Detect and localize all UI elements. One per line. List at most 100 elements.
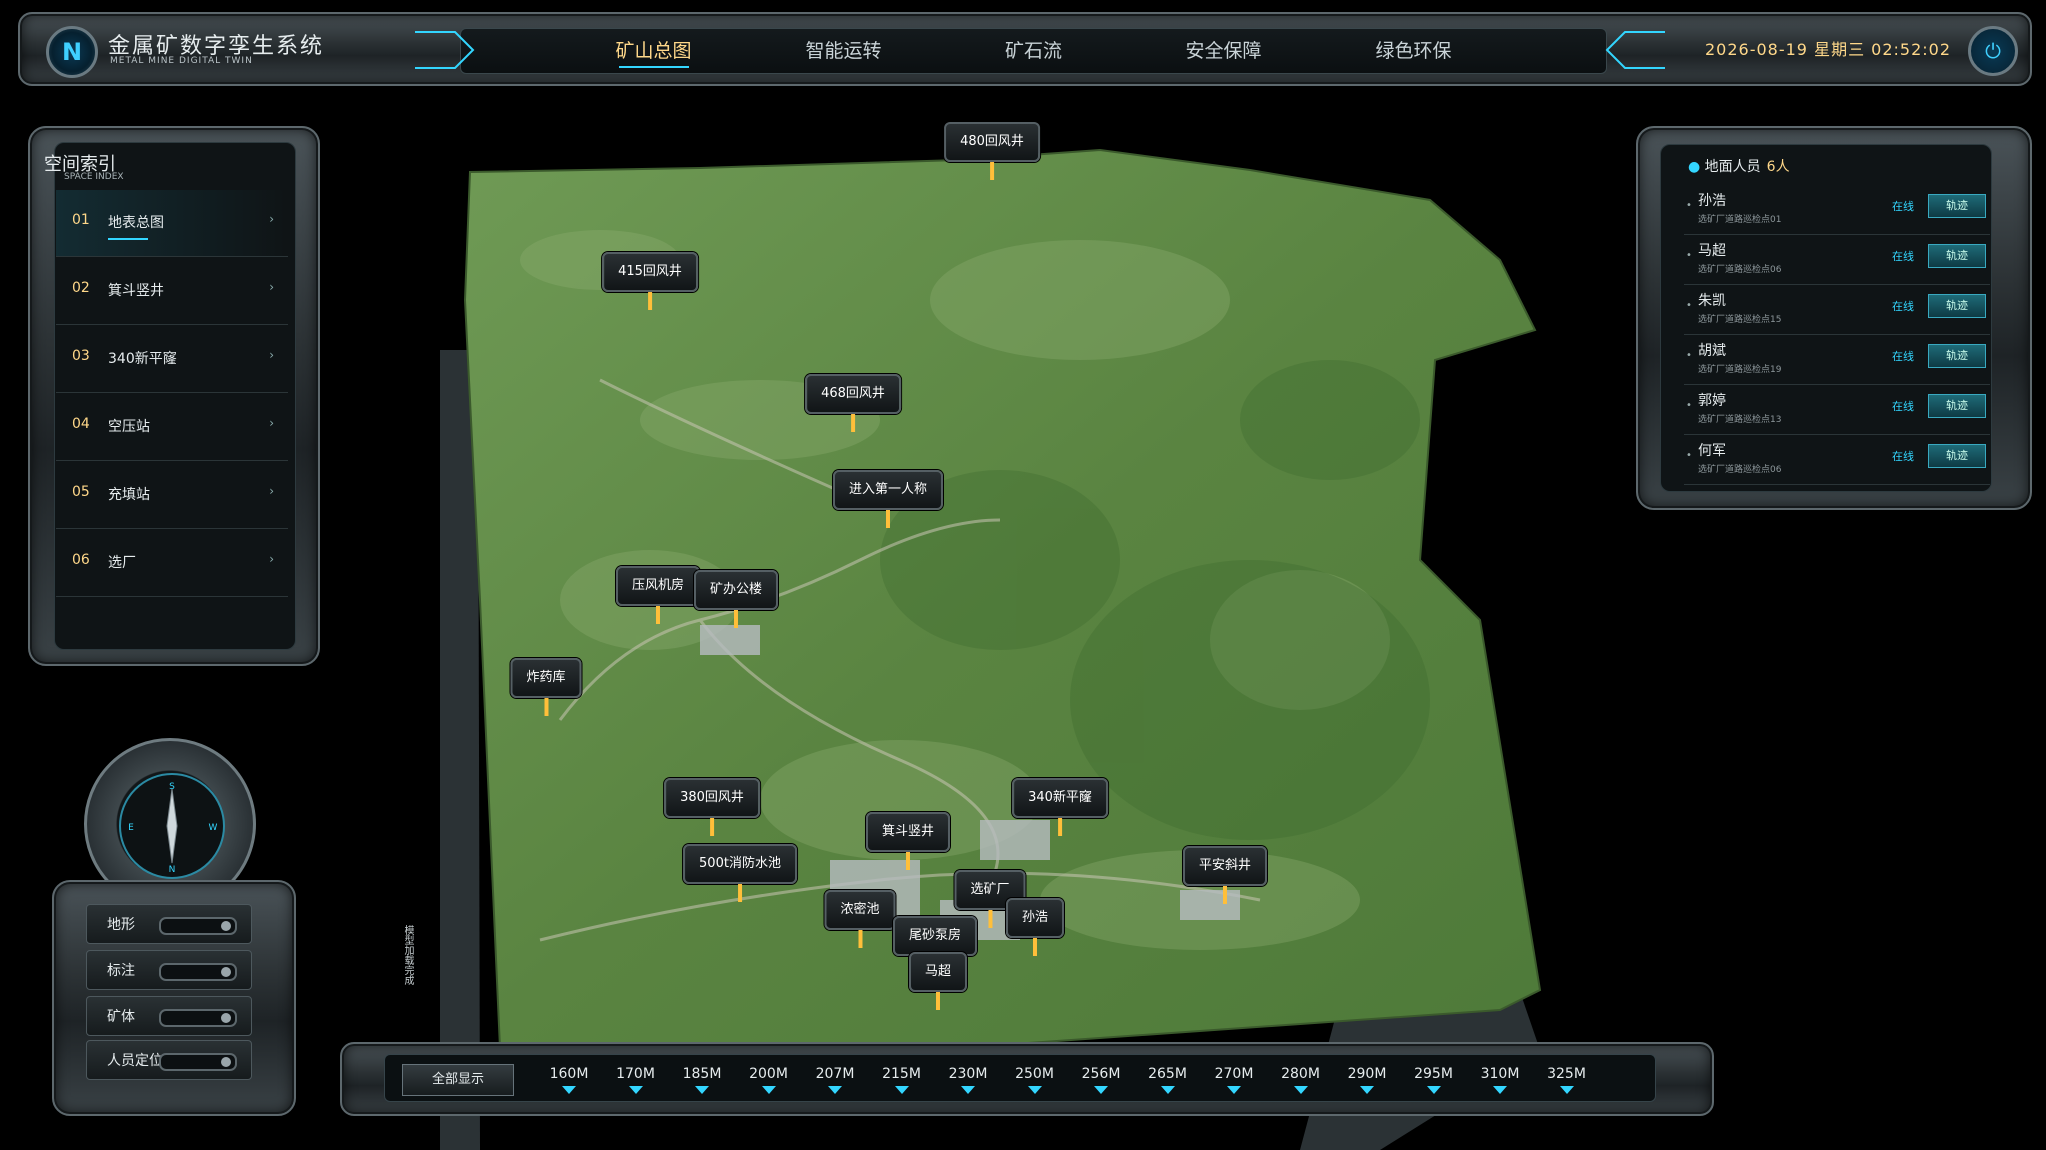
- bullet-icon: •: [1686, 300, 1692, 311]
- track-button[interactable]: 轨迹: [1928, 394, 1986, 418]
- map-marker[interactable]: 进入第一人称: [832, 470, 944, 528]
- map-marker[interactable]: 炸药库: [510, 658, 582, 716]
- diamond-icon: [1094, 1086, 1108, 1094]
- diamond-icon: [628, 1086, 643, 1094]
- elevation-level-button[interactable]: 310M: [1467, 1066, 1533, 1094]
- person-name: 胡斌: [1698, 343, 1726, 359]
- bullet-icon: •: [1686, 200, 1692, 211]
- elevation-label: 290M: [1347, 1066, 1387, 1082]
- layer-terrain: 地形: [86, 904, 252, 944]
- elevation-level-button[interactable]: 325M: [1534, 1066, 1600, 1094]
- person-location: 选矿厂道路巡检点06: [1698, 265, 1782, 275]
- elevation-level-button[interactable]: 185M: [669, 1066, 735, 1094]
- space-index-subtitle: SPACE INDEX: [64, 172, 124, 182]
- bullet-icon: •: [1686, 450, 1692, 461]
- map-marker[interactable]: 压风机房: [615, 566, 701, 624]
- elevation-level-button[interactable]: 270M: [1201, 1066, 1267, 1094]
- elevation-level-button[interactable]: 256M: [1068, 1066, 1134, 1094]
- elevation-level-button[interactable]: 170M: [603, 1066, 669, 1094]
- elevation-label: 230M: [948, 1066, 988, 1082]
- elevation-level-button[interactable]: 290M: [1334, 1066, 1400, 1094]
- elevation-level-button[interactable]: 207M: [802, 1066, 868, 1094]
- track-button[interactable]: 轨迹: [1928, 294, 1986, 318]
- tab-smart-operation[interactable]: 智能运转: [749, 29, 939, 73]
- layer-terrain-toggle[interactable]: [159, 917, 237, 935]
- main-nav: 矿山总图 智能运转 矿石流 安全保障 绿色环保: [460, 28, 1607, 74]
- map-marker[interactable]: 468回风井: [805, 374, 901, 432]
- chevron-right-icon: ›: [269, 348, 274, 362]
- map-marker-pin: [885, 510, 890, 528]
- map-marker[interactable]: 380回风井: [664, 778, 760, 836]
- diamond-icon: [1160, 1086, 1175, 1094]
- person-status: 在线: [1892, 350, 1914, 363]
- diamond-icon: [761, 1086, 776, 1094]
- map-marker-label: 浓密池: [824, 890, 896, 930]
- map-marker-label: 箕斗竖井: [865, 812, 951, 852]
- track-button[interactable]: 轨迹: [1928, 444, 1986, 468]
- elevation-level-button[interactable]: 230M: [935, 1066, 1001, 1094]
- chevron-right-icon: ›: [269, 484, 274, 498]
- person-row: • 朱凯 选矿厂道路巡检点15 在线 轨迹: [1684, 286, 1990, 335]
- map-marker[interactable]: 340新平窿: [1012, 778, 1108, 836]
- map-marker-label: 炸药库: [510, 658, 582, 698]
- layer-annotation: 标注: [86, 950, 252, 990]
- layer-personnel-toggle[interactable]: [159, 1053, 237, 1071]
- app-subtitle: METAL MINE DIGITAL TWIN: [110, 56, 253, 66]
- bullet-icon: •: [1686, 400, 1692, 411]
- map-marker[interactable]: 415回风井: [602, 252, 698, 310]
- elevation-level-button[interactable]: 265M: [1135, 1066, 1201, 1094]
- index-item-surface[interactable]: 01 地表总图 ›: [56, 190, 288, 257]
- power-icon[interactable]: ⏻: [1968, 26, 2018, 76]
- compass-label: S: [169, 782, 175, 792]
- map-marker[interactable]: 马超: [908, 952, 968, 1010]
- map-marker-label: 尾砂泵房: [892, 916, 978, 956]
- map-marker[interactable]: 箕斗竖井: [865, 812, 951, 870]
- tab-overview[interactable]: 矿山总图: [559, 29, 749, 73]
- map-marker-pin: [857, 930, 862, 948]
- layer-annotation-toggle[interactable]: [159, 963, 237, 981]
- elevation-level-button[interactable]: 295M: [1401, 1066, 1467, 1094]
- map-marker[interactable]: 500t消防水池: [683, 844, 797, 902]
- map-marker-pin: [1057, 818, 1062, 836]
- tab-green[interactable]: 绿色环保: [1319, 29, 1509, 73]
- map-marker[interactable]: 矿办公楼: [693, 570, 779, 628]
- map-marker[interactable]: 孙浩: [1005, 898, 1065, 956]
- show-all-button[interactable]: 全部显示: [402, 1064, 514, 1096]
- person-name: 郭婷: [1698, 393, 1726, 409]
- map-marker-label: 480回风井: [944, 122, 1040, 162]
- map-marker-label: 马超: [908, 952, 968, 992]
- map-marker[interactable]: 浓密池: [824, 890, 896, 948]
- map-marker[interactable]: 平安斜井: [1182, 846, 1268, 904]
- compass-label: N: [169, 865, 176, 875]
- person-location: 选矿厂道路巡检点06: [1698, 465, 1782, 475]
- track-button[interactable]: 轨迹: [1928, 244, 1986, 268]
- layer-label: 人员定位: [107, 1053, 163, 1069]
- map-marker[interactable]: 480回风井: [944, 122, 1040, 180]
- logo-icon: N: [46, 26, 98, 78]
- diamond-icon: [1360, 1086, 1374, 1094]
- compass-face: S W N E: [119, 773, 225, 879]
- elevation-level-button[interactable]: 280M: [1268, 1066, 1334, 1094]
- elevation-label: 170M: [616, 1066, 655, 1082]
- track-button[interactable]: 轨迹: [1928, 194, 1986, 218]
- index-item-skip-shaft[interactable]: 02 箕斗竖井 ›: [56, 258, 288, 325]
- tab-ore-flow[interactable]: 矿石流: [939, 29, 1129, 73]
- person-row: • 何军 选矿厂道路巡检点06 在线 轨迹: [1684, 436, 1990, 485]
- elevation-level-button[interactable]: 250M: [1002, 1066, 1068, 1094]
- elevation-level-button[interactable]: 215M: [869, 1066, 935, 1094]
- index-item-compressor[interactable]: 04 空压站 ›: [56, 394, 288, 461]
- elevation-level-button[interactable]: 160M: [536, 1066, 602, 1094]
- person-row: • 孙浩 选矿厂道路巡检点01 在线 轨迹: [1684, 186, 1990, 235]
- index-item-plant[interactable]: 06 选厂 ›: [56, 530, 288, 597]
- track-button[interactable]: 轨迹: [1928, 344, 1986, 368]
- person-name: 朱凯: [1698, 293, 1726, 309]
- elevation-level-button[interactable]: 200M: [736, 1066, 802, 1094]
- index-item-filling[interactable]: 05 充填站 ›: [56, 462, 288, 529]
- index-item-340-adit[interactable]: 03 340新平窿 ›: [56, 326, 288, 393]
- person-row: • 郭婷 选矿厂道路巡检点13 在线 轨迹: [1684, 386, 1990, 435]
- layer-orebody-toggle[interactable]: [159, 1009, 237, 1027]
- tab-safety[interactable]: 安全保障: [1129, 29, 1319, 73]
- nav-left-decoration: [415, 31, 475, 69]
- person-name: 孙浩: [1698, 193, 1726, 209]
- index-num: 05: [72, 484, 90, 500]
